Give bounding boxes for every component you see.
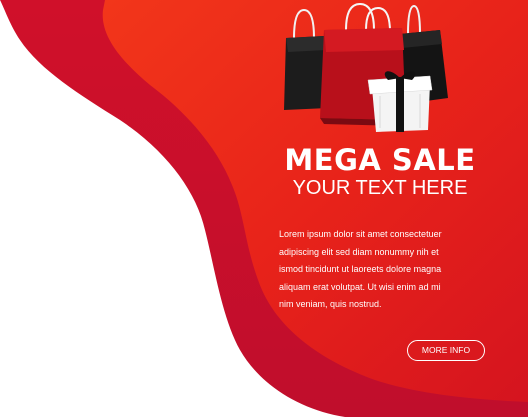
subheadline: YOUR TEXT HERE [292,177,468,199]
sale-banner: MEGA SALE YOUR TEXT HERE Lorem ipsum dol… [0,0,528,417]
headline: MEGA SALE [284,143,476,177]
body-line: adipiscing elit sed diam nonummy nih et [279,246,439,257]
body-line: ismod tincidunt ut laoreets dolore magna [279,264,442,274]
shopping-bags-icon [284,2,448,132]
body-line: aliquam erat volutpat. Ut wisi enim ad m… [279,281,441,292]
body-line: nim veniam, quis nostrud. [279,299,382,309]
body-line: Lorem ipsum dolor sit amet consectetuer [279,229,442,239]
more-info-button[interactable]: MORE INFO [407,340,485,361]
gift-box-icon [367,71,433,132]
body-text: Lorem ipsum dolor sit amet consectetuer … [279,226,479,314]
